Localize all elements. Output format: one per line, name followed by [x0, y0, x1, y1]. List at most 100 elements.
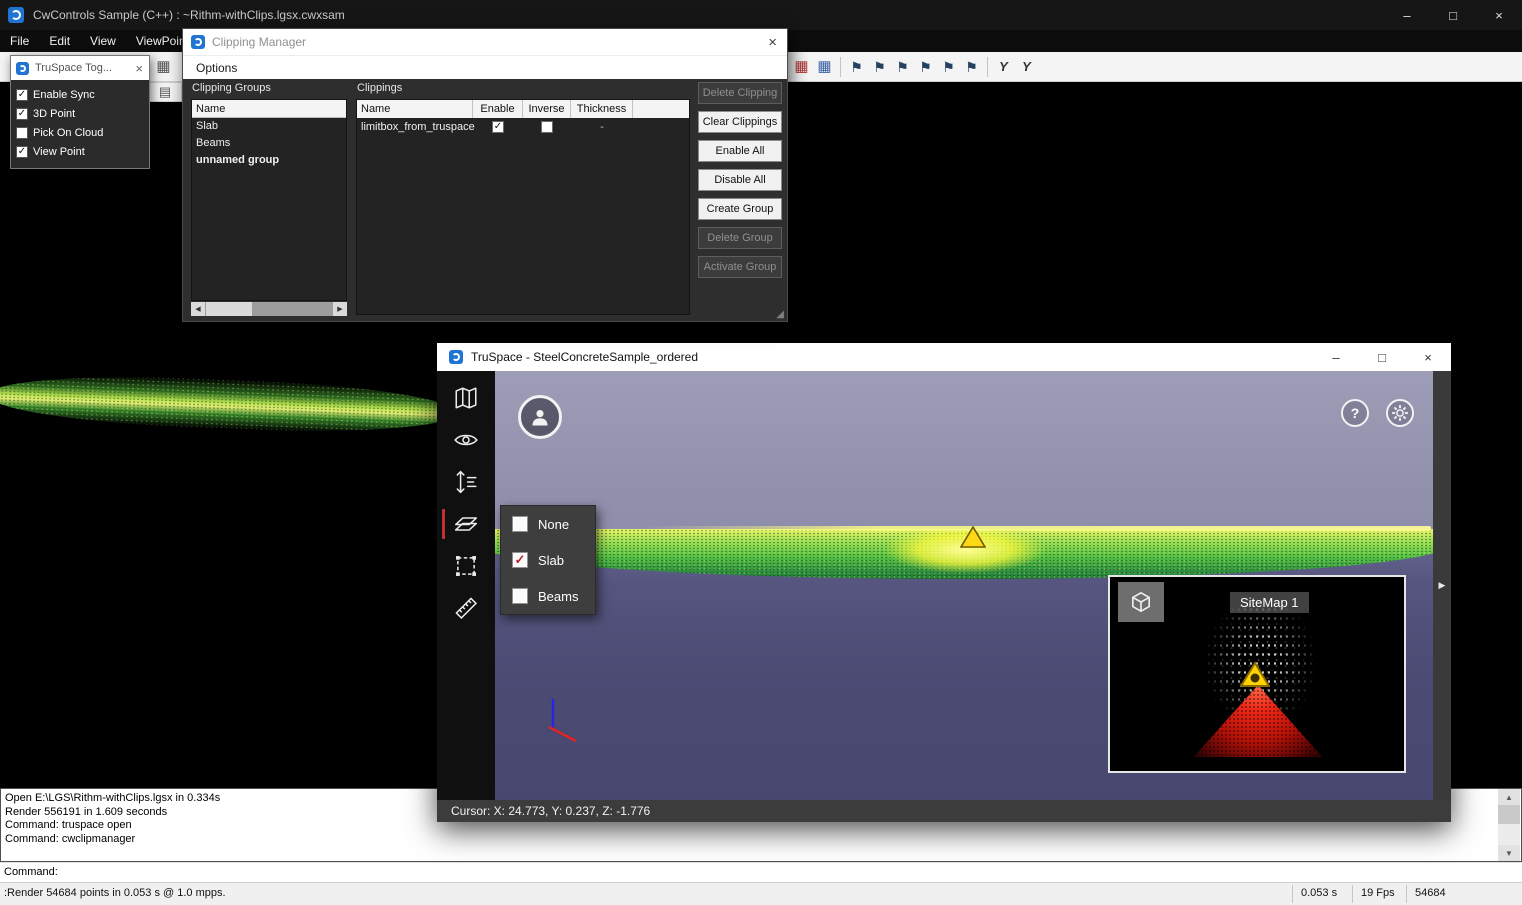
menu-item-view[interactable]: View	[80, 34, 126, 48]
enable-all-button[interactable]: Enable All	[698, 140, 782, 162]
create-group-button[interactable]: Create Group	[698, 198, 782, 220]
toolbar-partial-icon[interactable]: ▦	[152, 52, 175, 82]
menu-item-edit[interactable]: Edit	[39, 34, 80, 48]
pick-on-cloud-checkbox[interactable]	[16, 127, 28, 139]
none-checkbox[interactable]	[512, 516, 528, 532]
toggle-label: View Point	[33, 146, 85, 158]
truspace-minimize-button[interactable]: –	[1313, 343, 1359, 371]
3d-point-checkbox[interactable]: ✓	[16, 108, 28, 120]
sidebar-item-measure[interactable]	[437, 587, 495, 629]
sidebar-item-limitbox[interactable]	[437, 545, 495, 587]
group-row-beams[interactable]: Beams	[192, 135, 346, 152]
sidebar-item-clipping[interactable]	[437, 503, 495, 545]
toolbar-pick-icon-2[interactable]: Y	[1015, 52, 1038, 82]
toggle-view-point[interactable]: ✓ View Point	[11, 142, 149, 161]
truspace-maximize-button[interactable]: □	[1359, 343, 1405, 371]
menu-item-options[interactable]: Options	[196, 61, 237, 75]
toolbar-clip-icon-4[interactable]: ⚑	[914, 52, 937, 82]
clip-option-beams[interactable]: Beams	[501, 578, 595, 614]
activate-group-button[interactable]: Activate Group	[698, 256, 782, 278]
sitemap-inset[interactable]: SiteMap 1	[1108, 575, 1406, 773]
toolbar-pick-icon-1[interactable]: Y	[992, 52, 1015, 82]
toolbar-table-blue-icon[interactable]: ▦	[813, 52, 836, 82]
maximize-button[interactable]: □	[1430, 0, 1476, 30]
view-point-checkbox[interactable]: ✓	[16, 146, 28, 158]
scroll-up-icon[interactable]: ▲	[1498, 789, 1520, 805]
disable-all-button[interactable]: Disable All	[698, 169, 782, 191]
toolbar-clip-icon-5[interactable]: ⚑	[937, 52, 960, 82]
toolbar-clip-icon-3[interactable]: ⚑	[891, 52, 914, 82]
toolbar-clip-icon-2[interactable]: ⚑	[868, 52, 891, 82]
clip-slab-icon	[453, 511, 479, 537]
enable-sync-checkbox[interactable]: ✓	[16, 89, 28, 101]
main-window-controls: – □ ×	[1384, 0, 1522, 30]
groups-horizontal-scrollbar[interactable]: ◀ ▶	[191, 302, 347, 316]
truspace-statusbar: Cursor: X: 24.773, Y: 0.237, Z: -1.776	[437, 800, 1451, 822]
side-panel-toggle[interactable]: ▶	[1433, 371, 1451, 800]
truspace-close-button[interactable]: ×	[1405, 343, 1451, 371]
truspace-viewport[interactable]: ?	[495, 371, 1433, 800]
group-row-slab[interactable]: Slab	[192, 118, 346, 135]
beams-checkbox[interactable]	[512, 588, 528, 604]
pano-view-button[interactable]	[518, 395, 562, 439]
clipping-row[interactable]: limitbox_from_truspace ✓ -	[357, 118, 689, 136]
toggle-enable-sync[interactable]: ✓ Enable Sync	[11, 85, 149, 104]
clippings-header-thickness: Thickness	[571, 100, 633, 118]
minimize-button[interactable]: –	[1384, 0, 1430, 30]
enable-checkbox[interactable]: ✓	[492, 121, 504, 133]
clipping-manager-titlebar[interactable]: Clipping Manager ×	[183, 29, 787, 55]
command-row[interactable]: Command:	[0, 862, 1522, 882]
ruler-icon	[453, 595, 479, 621]
toggles-panel-titlebar[interactable]: TruSpace Tog... ×	[11, 56, 149, 80]
scroll-thumb[interactable]	[206, 302, 252, 316]
clipping-manager-close-button[interactable]: ×	[768, 29, 777, 55]
delete-clipping-button[interactable]: Delete Clipping	[698, 82, 782, 104]
clippings-header-inverse: Inverse	[523, 100, 571, 118]
axis-indicator	[545, 697, 579, 745]
scroll-right-icon[interactable]: ▶	[333, 302, 347, 316]
clip-option-none[interactable]: None	[501, 506, 595, 542]
eye-icon	[453, 427, 479, 453]
clipping-manager-title: Clipping Manager	[212, 35, 306, 49]
toggle-label: Enable Sync	[33, 89, 95, 101]
main-titlebar[interactable]: CwControls Sample (C++) : ~Rithm-withCli…	[0, 0, 1522, 30]
site-position-marker[interactable]	[960, 525, 986, 549]
status-separator	[1406, 885, 1407, 903]
clippings-header-filler	[633, 100, 689, 118]
resize-grip[interactable]: ◢	[776, 309, 784, 320]
truspace-titlebar[interactable]: TruSpace - SteelConcreteSample_ordered –…	[437, 343, 1451, 371]
clear-clippings-button[interactable]: Clear Clippings	[698, 111, 782, 133]
delete-group-button[interactable]: Delete Group	[698, 227, 782, 249]
toolbar-extra-icon[interactable]: ▤	[148, 82, 182, 102]
inverse-checkbox[interactable]	[541, 121, 553, 133]
toolbar-table-red-icon[interactable]: ▦	[790, 52, 813, 82]
clippings-header-enable: Enable	[473, 100, 523, 118]
toggle-pick-on-cloud[interactable]: Pick On Cloud	[11, 123, 149, 142]
truspace-sidebar	[437, 371, 495, 800]
toolbar-clip-icon-1[interactable]: ⚑	[845, 52, 868, 82]
sitemap-position-marker[interactable]	[1240, 661, 1270, 688]
toggle-3d-point[interactable]: ✓ 3D Point	[11, 104, 149, 123]
toolbar-clip-icon-6[interactable]: ⚑	[960, 52, 983, 82]
group-row-unnamed[interactable]: unnamed group	[192, 152, 346, 169]
menu-item-file[interactable]: File	[0, 34, 39, 48]
clipping-manager-buttons: Delete Clipping Clear Clippings Enable A…	[698, 82, 782, 285]
status-bar: :Render 54684 points in 0.053 s @ 1.0 mp…	[0, 882, 1522, 905]
sitemap-cube-button[interactable]	[1118, 582, 1164, 622]
close-button[interactable]: ×	[1476, 0, 1522, 30]
help-button[interactable]: ?	[1341, 399, 1369, 427]
settings-button[interactable]	[1386, 399, 1414, 427]
scroll-left-icon[interactable]: ◀	[191, 302, 205, 316]
toggles-close-button[interactable]: ×	[135, 56, 143, 80]
sidebar-item-sitemap[interactable]	[437, 377, 495, 419]
scroll-down-icon[interactable]: ▼	[1498, 845, 1520, 861]
slab-checkbox[interactable]: ✓	[512, 552, 528, 568]
sidebar-item-view[interactable]	[437, 419, 495, 461]
scroll-track[interactable]	[252, 302, 333, 316]
console-scrollbar[interactable]: ▲ ▼	[1498, 789, 1520, 861]
groups-name-header: Name	[192, 100, 346, 118]
sidebar-item-elevation[interactable]	[437, 461, 495, 503]
scroll-thumb[interactable]	[1498, 805, 1520, 824]
status-message: :Render 54684 points in 0.053 s @ 1.0 mp…	[4, 887, 226, 899]
clip-option-slab[interactable]: ✓ Slab	[501, 542, 595, 578]
